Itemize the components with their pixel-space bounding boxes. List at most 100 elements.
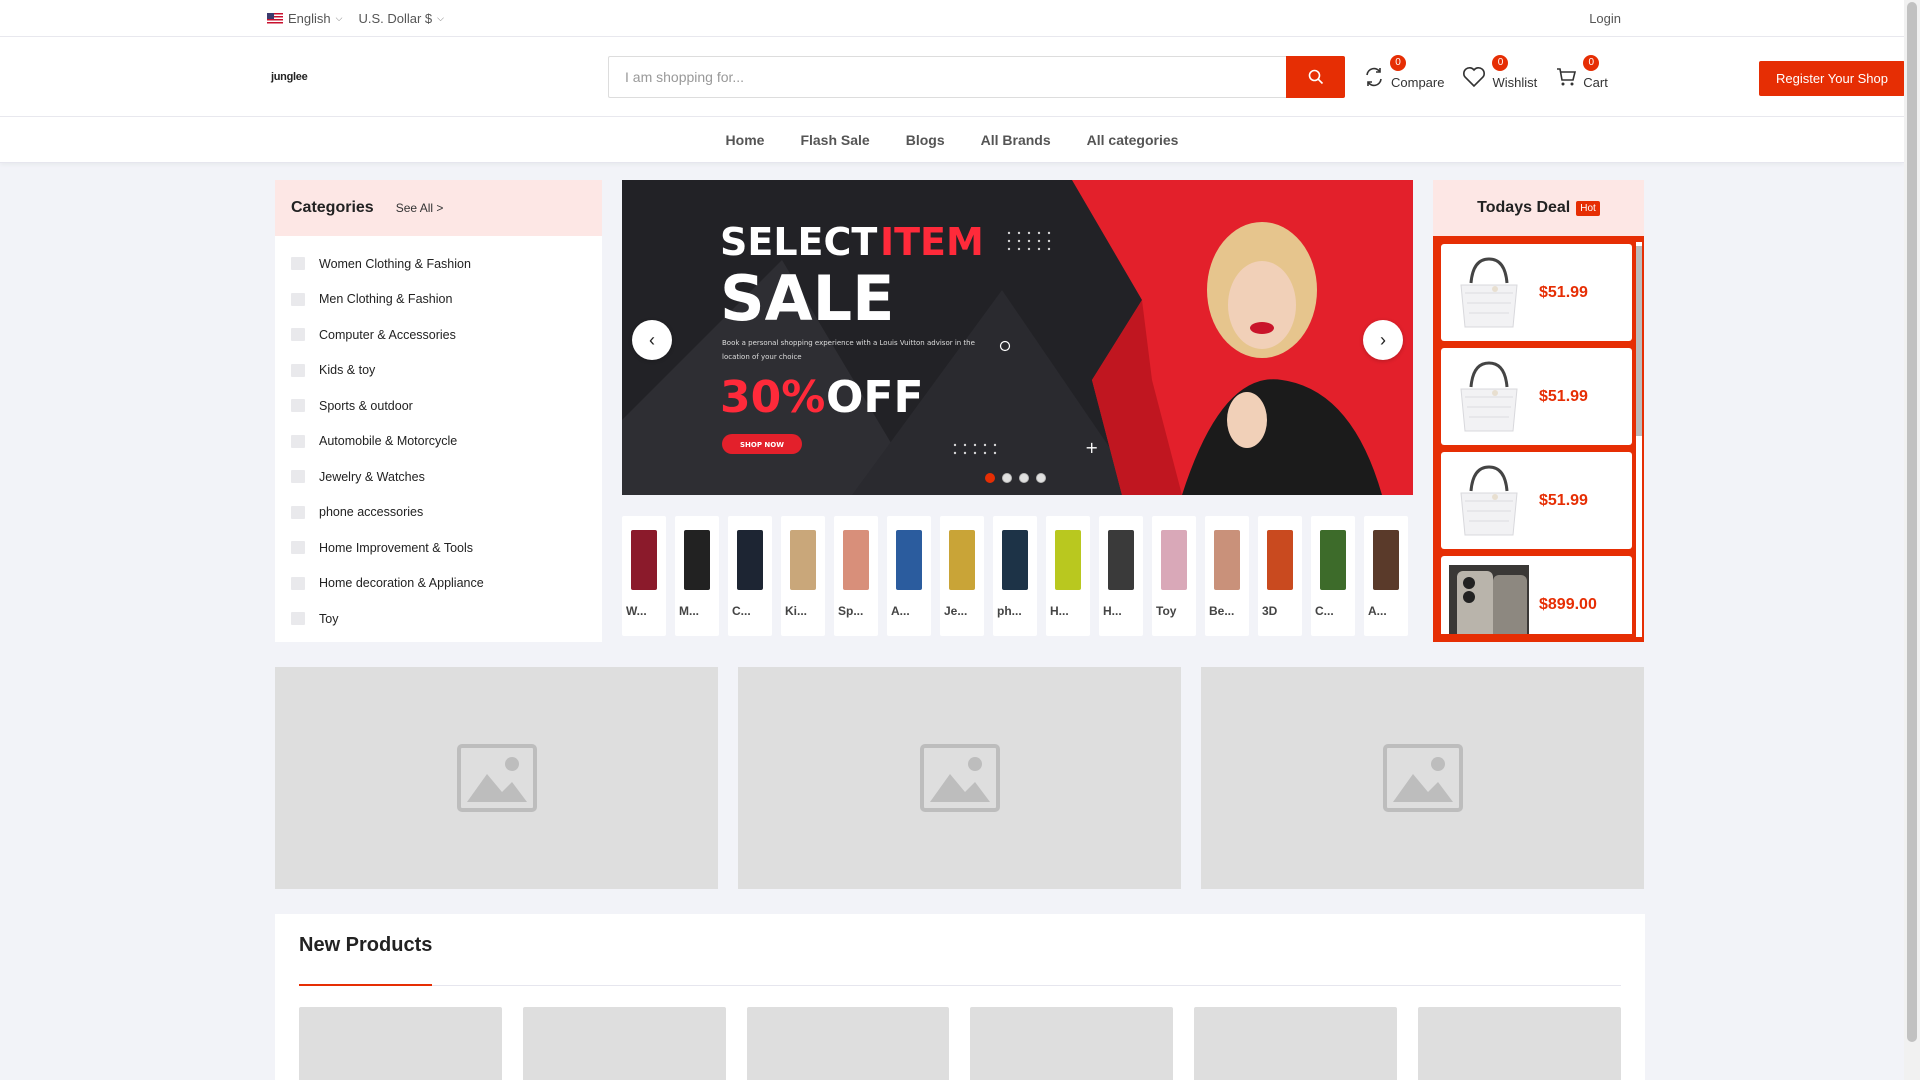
nav-link[interactable]: All Brands [963,132,1069,148]
category-thumbnail [949,530,975,590]
chevron-left-icon: ‹ [649,329,655,350]
category-thumbnail [1373,530,1399,590]
nav-link[interactable]: All categories [1069,132,1197,148]
category-label: Automobile & Motorcycle [319,434,458,449]
category-label: Toy [319,611,339,626]
chevron-right-icon: › [1380,329,1386,350]
category-icon [291,399,305,413]
category-item[interactable]: Home Improvement & Tools [275,530,602,566]
nav-link[interactable]: Home [708,132,783,148]
compare-link[interactable]: 0 Compare [1363,54,1445,90]
category-tile-label: Be... [1209,604,1235,618]
promo-banner[interactable] [275,667,718,889]
product-card[interactable] [970,1007,1174,1080]
language-label: English [288,11,331,26]
compare-icon [1366,67,1382,87]
product-grid [299,1007,1621,1080]
product-card[interactable] [299,1007,502,1080]
slider-dot[interactable] [1002,473,1012,483]
category-tile[interactable]: 3D [1258,516,1302,636]
category-tile[interactable]: Je... [940,516,984,636]
wishlist-link[interactable]: 0 Wishlist [1462,54,1537,90]
category-item[interactable]: Men Clothing & Fashion [275,282,602,318]
site-logo[interactable]: junglee [267,71,608,83]
slider-desc2: location of your choice [722,353,802,361]
promo-banner[interactable] [1201,667,1644,889]
category-tile[interactable]: H... [1046,516,1090,636]
search-input[interactable] [608,56,1286,98]
slider-prev-button[interactable]: ‹ [632,320,672,360]
image-placeholder-icon [1382,744,1463,812]
category-item[interactable]: Women Clothing & Fashion [275,246,602,282]
category-icon [291,505,305,519]
deal-scrollbar[interactable] [1636,242,1642,637]
compare-label: Compare [1391,74,1445,90]
cart-link[interactable]: 0 Cart [1555,54,1608,90]
category-item[interactable]: Sports & outdoor [275,388,602,424]
category-tile-label: A... [891,604,910,618]
slider-line1b: ITEM [880,220,984,264]
slider-dot[interactable] [1036,473,1046,483]
category-tile[interactable]: ph... [993,516,1037,636]
deal-item[interactable]: $51.99 [1441,244,1632,341]
product-card[interactable] [522,1007,726,1080]
category-item[interactable]: Kids & toy [275,353,602,389]
product-card[interactable] [1194,1007,1398,1080]
category-tile-label: H... [1050,604,1069,618]
category-tile-label: Ki... [785,604,808,618]
nav-link[interactable]: Flash Sale [782,132,887,148]
slider-dot[interactable] [1019,473,1029,483]
chevron-down-icon: ⌵ [335,13,343,23]
category-tile[interactable]: Be... [1205,516,1249,636]
category-tile-label: Je... [944,604,968,618]
category-tile[interactable]: Ki... [781,516,825,636]
category-tile[interactable]: A... [887,516,931,636]
category-item[interactable]: Toy [275,601,602,637]
categories-title: Categories [291,199,374,216]
chevron-down-icon: ⌵ [437,13,444,23]
login-link[interactable]: Login [1589,11,1621,26]
register-shop-button[interactable]: Register Your Shop [1758,61,1905,96]
deal-item[interactable]: $899.00 [1441,556,1632,634]
category-icon [291,470,305,484]
phone-image [1449,564,1529,634]
language-selector[interactable]: English ⌵ [267,11,342,26]
todays-deal-panel: Todays Deal Hot $51.99 $51.99 $51.99 $899.0… [1433,180,1644,642]
hot-badge: Hot [1576,200,1600,216]
slider-next-button[interactable]: › [1363,320,1403,360]
promo-banner[interactable] [738,667,1181,889]
new-products-title: New Products [299,928,433,986]
category-icon [291,292,305,306]
category-tile[interactable]: A... [1364,516,1408,636]
product-card[interactable] [1418,1007,1621,1080]
category-thumbnail [1161,530,1187,590]
category-tile[interactable]: C... [728,516,772,636]
category-tile[interactable]: Sp... [834,516,878,636]
nav-link[interactable]: Blogs [888,132,963,148]
category-item[interactable]: Home decoration & Appliance [275,566,602,602]
deal-price: $51.99 [1539,387,1588,405]
category-icon [291,434,305,448]
category-tile[interactable]: Toy [1152,516,1196,636]
currency-selector[interactable]: U.S. Dollar $ ⌵ [358,11,444,26]
see-all-link[interactable]: See All > [396,201,444,215]
category-tile[interactable]: M... [675,516,719,636]
image-placeholder-icon [919,744,1000,812]
currency-label: U.S. Dollar $ [358,11,433,26]
product-card[interactable] [746,1007,950,1080]
category-label: Computer & Accessories [319,327,456,342]
slider-dot[interactable] [985,473,995,483]
category-tile[interactable]: C... [1311,516,1355,636]
deal-item[interactable]: $51.99 [1441,348,1632,445]
deal-item[interactable]: $51.99 [1441,452,1632,549]
page-scrollbar[interactable] [1904,0,1920,1080]
category-item[interactable]: phone accessories [275,495,602,531]
category-tile[interactable]: W... [622,516,666,636]
category-item[interactable]: Automobile & Motorcycle [275,424,602,460]
category-tile[interactable]: H... [1099,516,1143,636]
category-item[interactable]: Jewelry & Watches [275,459,602,495]
category-thumbnail [1108,530,1134,590]
category-item[interactable]: Computer & Accessories [275,317,602,353]
category-label: Men Clothing & Fashion [319,292,453,307]
search-button[interactable] [1286,56,1345,98]
